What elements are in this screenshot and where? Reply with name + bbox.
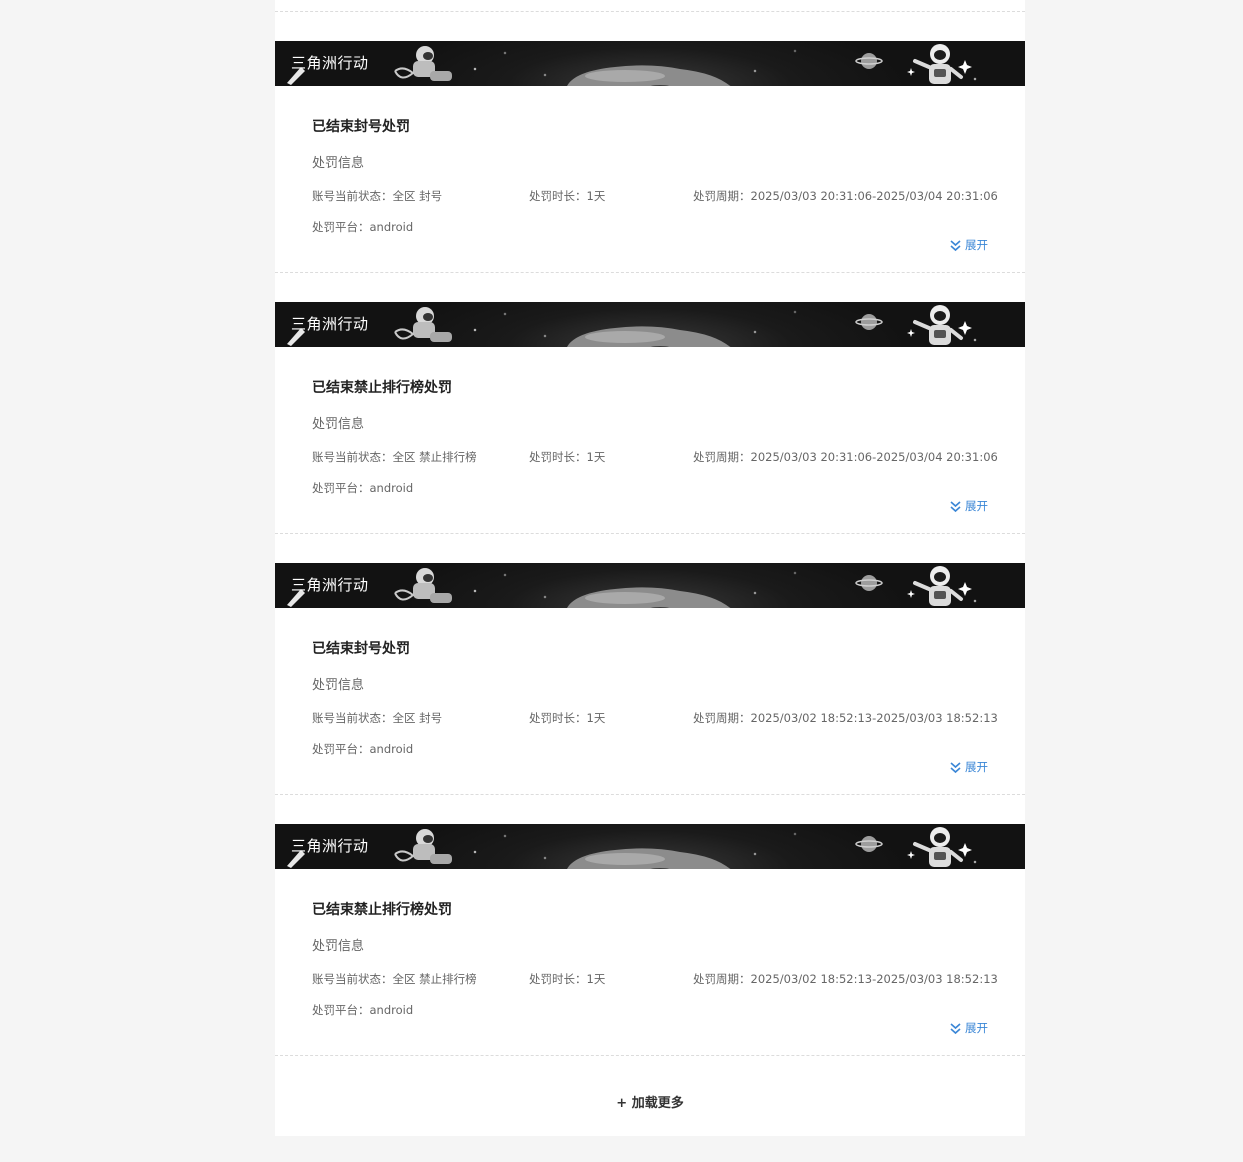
account-status-value: 全区 禁止排行榜 xyxy=(392,450,477,464)
punishment-details: 已结束禁止排行榜处罚 处罚信息 账号当前状态：全区 禁止排行榜 处罚时长：1天 … xyxy=(275,869,1025,1056)
period-label: 处罚周期： xyxy=(693,450,751,464)
section-label: 处罚信息 xyxy=(312,156,365,171)
game-title: 三角洲行动 xyxy=(291,54,369,72)
game-banner: 三角洲行动 xyxy=(275,563,1025,608)
card-list: 三角洲行动 已结束封号处罚 处罚信息 账号当前状态：全区 封号 处罚时长：1天 … xyxy=(275,12,1025,1056)
punishment-card: 三角洲行动 已结束封号处罚 处罚信息 账号当前状态：全区 封号 处罚时长：1天 … xyxy=(275,534,1025,795)
punishment-record-list: 三角洲行动 已结束封号处罚 处罚信息 账号当前状态：全区 封号 处罚时长：1天 … xyxy=(275,0,1025,1136)
expand-label: 展开 xyxy=(965,760,988,774)
punishment-duration: 处罚时长：1天 xyxy=(529,971,605,987)
punishment-platform: 处罚平台：android xyxy=(312,480,413,496)
account-status: 账号当前状态：全区 禁止排行榜 xyxy=(312,449,477,465)
punishment-card: 三角洲行动 已结束禁止排行榜处罚 处罚信息 账号当前状态：全区 禁止排行榜 处罚… xyxy=(275,795,1025,1056)
platform-label: 处罚平台： xyxy=(312,220,370,234)
game-title: 三角洲行动 xyxy=(291,576,369,594)
expand-button[interactable]: 展开 xyxy=(949,237,988,253)
punishment-platform: 处罚平台：android xyxy=(312,741,413,757)
platform-label: 处罚平台： xyxy=(312,742,370,756)
punishment-platform: 处罚平台：android xyxy=(312,219,413,235)
period-value: 2025/03/02 18:52:13-2025/03/03 18:52:13 xyxy=(750,972,998,986)
punishment-duration: 处罚时长：1天 xyxy=(529,449,605,465)
expand-button[interactable]: 展开 xyxy=(949,1020,988,1036)
punishment-period: 处罚周期：2025/03/03 20:31:06-2025/03/04 20:3… xyxy=(693,449,998,465)
astronaut-banner-art-icon xyxy=(287,305,972,347)
account-status-value: 全区 封号 xyxy=(392,711,443,725)
punishment-status-heading: 已结束禁止排行榜处罚 xyxy=(312,902,452,918)
load-more-button[interactable]: + 加载更多 xyxy=(275,1092,1025,1111)
account-status-value: 全区 禁止排行榜 xyxy=(392,972,477,986)
double-chevron-down-icon xyxy=(950,239,961,251)
duration-label: 处罚时长： xyxy=(529,711,587,725)
punishment-status-heading: 已结束封号处罚 xyxy=(312,119,410,135)
section-label: 处罚信息 xyxy=(312,939,365,954)
platform-value: android xyxy=(369,742,414,756)
expand-button[interactable]: 展开 xyxy=(949,759,988,775)
duration-label: 处罚时长： xyxy=(529,189,587,203)
punishment-duration: 处罚时长：1天 xyxy=(529,188,605,204)
punishment-details: 已结束封号处罚 处罚信息 账号当前状态：全区 封号 处罚时长：1天 处罚周期：2… xyxy=(275,608,1025,795)
punishment-details: 已结束禁止排行榜处罚 处罚信息 账号当前状态：全区 禁止排行榜 处罚时长：1天 … xyxy=(275,347,1025,534)
section-label: 处罚信息 xyxy=(312,417,365,432)
game-title: 三角洲行动 xyxy=(291,315,369,333)
expand-button[interactable]: 展开 xyxy=(949,498,988,514)
duration-label: 处罚时长： xyxy=(529,450,587,464)
punishment-period: 处罚周期：2025/03/03 20:31:06-2025/03/04 20:3… xyxy=(693,188,998,204)
period-label: 处罚周期： xyxy=(693,189,751,203)
account-status-value: 全区 封号 xyxy=(392,189,443,203)
punishment-period: 处罚周期：2025/03/02 18:52:13-2025/03/03 18:5… xyxy=(693,971,998,987)
account-status: 账号当前状态：全区 禁止排行榜 xyxy=(312,971,477,987)
punishment-period: 处罚周期：2025/03/02 18:52:13-2025/03/03 18:5… xyxy=(693,710,998,726)
duration-label: 处罚时长： xyxy=(529,972,587,986)
game-banner: 三角洲行动 xyxy=(275,302,1025,347)
expand-label: 展开 xyxy=(965,1021,988,1035)
punishment-details: 已结束封号处罚 处罚信息 账号当前状态：全区 封号 处罚时长：1天 处罚周期：2… xyxy=(275,86,1025,273)
game-banner: 三角洲行动 xyxy=(275,41,1025,86)
account-status-label: 账号当前状态： xyxy=(312,972,393,986)
duration-value: 1天 xyxy=(586,189,606,203)
account-status-label: 账号当前状态： xyxy=(312,450,393,464)
account-status: 账号当前状态：全区 封号 xyxy=(312,188,442,204)
period-value: 2025/03/03 20:31:06-2025/03/04 20:31:06 xyxy=(750,189,998,203)
platform-label: 处罚平台： xyxy=(312,481,370,495)
top-divider xyxy=(275,0,1025,12)
astronaut-banner-art-icon xyxy=(287,566,972,608)
period-value: 2025/03/03 20:31:06-2025/03/04 20:31:06 xyxy=(750,450,998,464)
account-status-label: 账号当前状态： xyxy=(312,189,393,203)
period-label: 处罚周期： xyxy=(693,711,751,725)
punishment-card: 三角洲行动 已结束禁止排行榜处罚 处罚信息 账号当前状态：全区 禁止排行榜 处罚… xyxy=(275,273,1025,534)
duration-value: 1天 xyxy=(586,450,606,464)
platform-label: 处罚平台： xyxy=(312,1003,370,1017)
double-chevron-down-icon xyxy=(950,500,961,512)
punishment-platform: 处罚平台：android xyxy=(312,1002,413,1018)
punishment-status-heading: 已结束禁止排行榜处罚 xyxy=(312,380,452,396)
platform-value: android xyxy=(369,1003,414,1017)
double-chevron-down-icon xyxy=(950,1022,961,1034)
game-banner: 三角洲行动 xyxy=(275,824,1025,869)
duration-value: 1天 xyxy=(586,711,606,725)
section-label: 处罚信息 xyxy=(312,678,365,693)
duration-value: 1天 xyxy=(586,972,606,986)
punishment-status-heading: 已结束封号处罚 xyxy=(312,641,410,657)
period-label: 处罚周期： xyxy=(693,972,751,986)
expand-label: 展开 xyxy=(965,499,988,513)
platform-value: android xyxy=(369,481,414,495)
account-status-label: 账号当前状态： xyxy=(312,711,393,725)
punishment-card: 三角洲行动 已结束封号处罚 处罚信息 账号当前状态：全区 封号 处罚时长：1天 … xyxy=(275,12,1025,273)
account-status: 账号当前状态：全区 封号 xyxy=(312,710,442,726)
double-chevron-down-icon xyxy=(950,761,961,773)
expand-label: 展开 xyxy=(965,238,988,252)
astronaut-banner-art-icon xyxy=(287,827,972,869)
astronaut-banner-art-icon xyxy=(287,44,972,86)
punishment-duration: 处罚时长：1天 xyxy=(529,710,605,726)
platform-value: android xyxy=(369,220,414,234)
period-value: 2025/03/02 18:52:13-2025/03/03 18:52:13 xyxy=(750,711,998,725)
game-title: 三角洲行动 xyxy=(291,837,369,855)
